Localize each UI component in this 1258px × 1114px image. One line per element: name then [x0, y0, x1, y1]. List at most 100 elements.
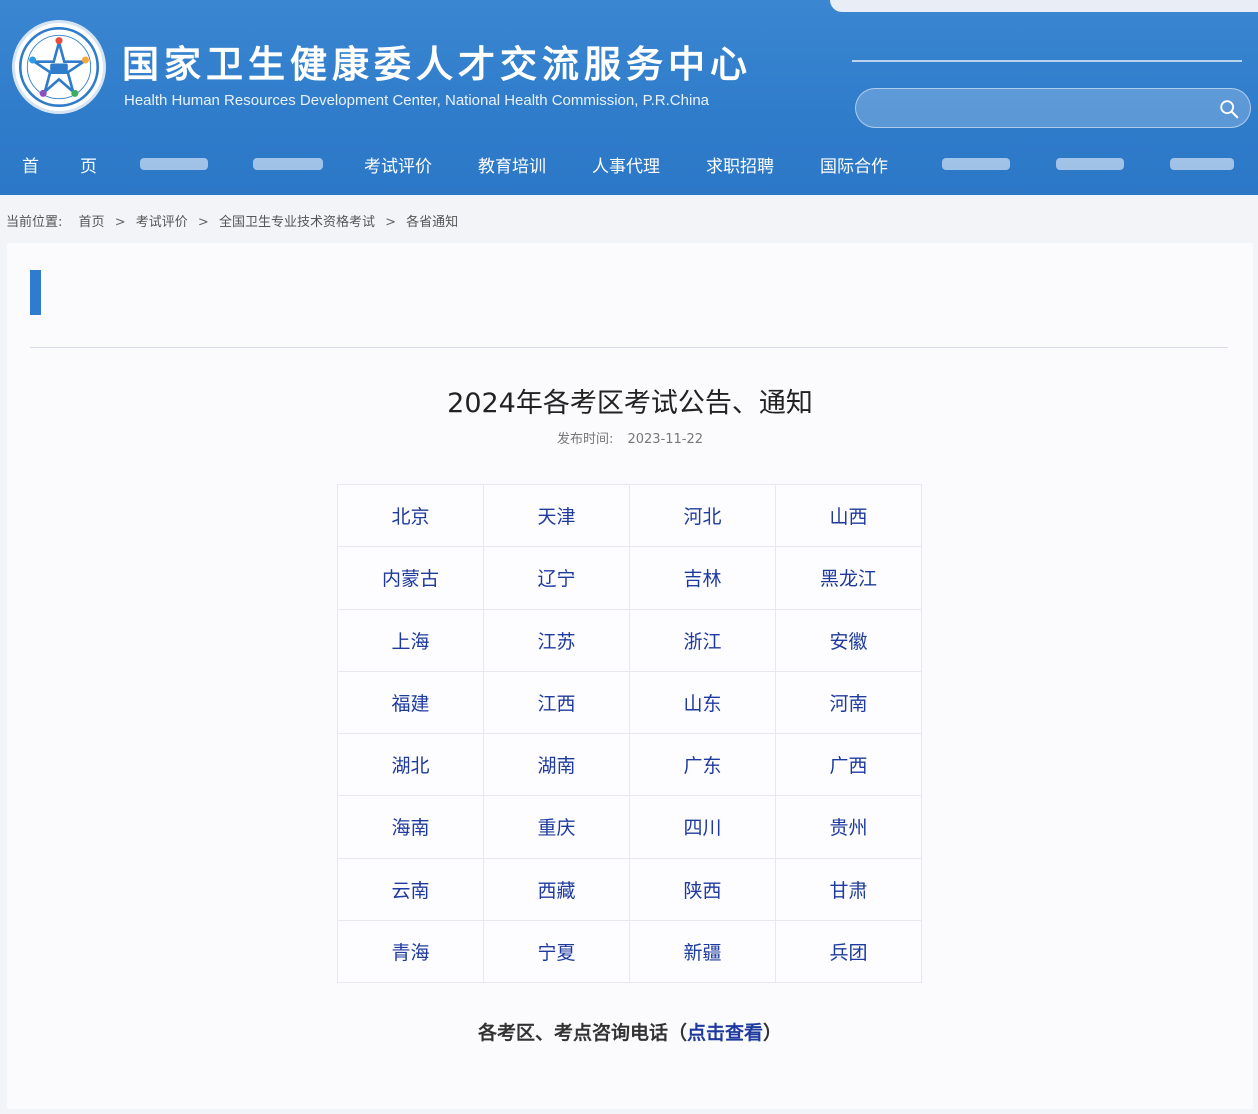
contact-info: 各考区、考点咨询电话（点击查看）	[7, 1018, 1253, 1045]
table-cell: 广西	[775, 732, 922, 797]
table-cell: 西藏	[483, 857, 630, 921]
region-link[interactable]: 重庆	[537, 817, 575, 839]
breadcrumb-separator: >	[197, 215, 209, 230]
nav-item-home-1[interactable]: 首	[22, 152, 39, 177]
region-link[interactable]: 湖南	[537, 755, 575, 777]
breadcrumb: 当前位置: 首页 > 考试评价 > 全国卫生专业技术资格考试 > 各省通知	[6, 211, 458, 231]
region-link[interactable]: 新疆	[683, 942, 721, 964]
nav-item-international[interactable]: 国际合作	[820, 152, 888, 177]
table-cell: 海南	[337, 795, 484, 859]
table-cell: 河南	[775, 670, 922, 735]
region-link[interactable]: 北京	[391, 506, 429, 528]
region-link[interactable]: 云南	[391, 880, 429, 902]
breadcrumb-item-qualification[interactable]: 全国卫生专业技术资格考试	[219, 215, 375, 230]
table-row: 海南 重庆 四川 贵州	[337, 795, 922, 859]
section-divider	[30, 347, 1228, 348]
table-cell: 青海	[337, 919, 484, 984]
nav-item-blurred[interactable]	[253, 158, 323, 170]
breadcrumb-item-home[interactable]: 首页	[79, 215, 105, 230]
region-link[interactable]: 天津	[537, 506, 575, 528]
search-input[interactable]	[870, 97, 1200, 121]
nav-item-blurred[interactable]	[1056, 158, 1124, 170]
main-nav: 首 页 考试评价 教育培训 人事代理 求职招聘 国际合作	[0, 140, 1258, 188]
region-link[interactable]: 山东	[683, 693, 721, 715]
region-link[interactable]: 青海	[391, 942, 429, 964]
table-cell: 福建	[337, 670, 484, 735]
region-link[interactable]: 福建	[391, 693, 429, 715]
region-link[interactable]: 兵团	[829, 942, 867, 964]
publish-info: 发布时间: 2023-11-22	[7, 428, 1253, 447]
nav-item-personnel[interactable]: 人事代理	[592, 152, 660, 177]
table-cell: 山东	[629, 670, 776, 735]
breadcrumb-prefix: 当前位置:	[6, 215, 63, 230]
region-link[interactable]: 辽宁	[537, 568, 575, 590]
region-link[interactable]: 甘肃	[829, 880, 867, 902]
table-row: 上海 江苏 浙江 安徽	[337, 608, 922, 672]
table-row: 北京 天津 河北 山西	[337, 483, 922, 548]
region-link[interactable]: 河北	[683, 506, 721, 528]
region-link[interactable]: 广东	[683, 755, 721, 777]
nav-item-blurred[interactable]	[942, 158, 1010, 170]
nav-item-home-2[interactable]: 页	[80, 152, 97, 177]
region-link[interactable]: 安徽	[829, 631, 867, 653]
article-title: 2024年各考区考试公告、通知	[447, 388, 813, 419]
region-link[interactable]: 河南	[829, 693, 867, 715]
nav-item-blurred[interactable]	[1170, 158, 1234, 170]
site-title: 国家卫生健康委人才交流服务中心	[122, 43, 752, 86]
table-cell: 陕西	[629, 857, 776, 921]
region-table: 北京 天津 河北 山西 内蒙古 辽宁 吉林 黑龙江 上海 江苏 浙江 安徽 福建…	[337, 483, 922, 984]
region-link[interactable]: 山西	[829, 506, 867, 528]
table-row: 青海 宁夏 新疆 兵团	[337, 919, 922, 984]
table-cell: 甘肃	[775, 857, 922, 921]
table-cell: 湖南	[483, 732, 630, 797]
region-link[interactable]: 黑龙江	[820, 568, 877, 590]
region-link[interactable]: 江苏	[537, 631, 575, 653]
region-link[interactable]: 海南	[391, 817, 429, 839]
table-cell: 内蒙古	[337, 546, 484, 610]
breadcrumb-item-exam[interactable]: 考试评价	[136, 215, 188, 230]
search-icon[interactable]	[1218, 98, 1240, 120]
table-cell: 浙江	[629, 608, 776, 672]
nav-item-exam-evaluation[interactable]: 考试评价	[364, 152, 432, 177]
table-cell: 辽宁	[483, 546, 630, 610]
nav-item-education[interactable]: 教育培训	[478, 152, 546, 177]
table-cell: 江西	[483, 670, 630, 735]
table-cell: 云南	[337, 857, 484, 921]
site-logo[interactable]	[12, 20, 106, 114]
site-header: 国家卫生健康委人才交流服务中心 Health Human Resources D…	[0, 0, 1258, 195]
table-cell: 河北	[629, 483, 776, 548]
region-link[interactable]: 浙江	[683, 631, 721, 653]
nav-item-recruitment[interactable]: 求职招聘	[706, 152, 774, 177]
article-card: 2024年各考区考试公告、通知 发布时间: 2023-11-22 北京 天津 河…	[7, 243, 1253, 1109]
region-link[interactable]: 西藏	[537, 880, 575, 902]
region-link[interactable]: 湖北	[391, 755, 429, 777]
publish-date: 2023-11-22	[627, 432, 704, 447]
publish-label: 发布时间:	[556, 432, 614, 447]
region-link[interactable]: 宁夏	[537, 942, 575, 964]
region-link[interactable]: 吉林	[683, 568, 721, 590]
breadcrumb-separator: >	[385, 215, 396, 230]
table-cell: 吉林	[629, 546, 776, 610]
nav-item-blurred[interactable]	[140, 158, 208, 170]
table-cell: 广东	[629, 732, 776, 797]
section-accent-bar	[30, 270, 41, 315]
table-row: 湖北 湖南 广东 广西	[337, 732, 922, 797]
table-row: 福建 江西 山东 河南	[337, 670, 922, 735]
region-link[interactable]: 江西	[537, 693, 575, 715]
region-link[interactable]: 广西	[829, 755, 867, 777]
table-cell: 重庆	[483, 795, 630, 859]
region-link[interactable]: 陕西	[683, 880, 721, 902]
region-link[interactable]: 四川	[683, 817, 721, 839]
breadcrumb-separator: >	[114, 215, 126, 230]
region-link[interactable]: 上海	[391, 631, 429, 653]
table-cell: 湖北	[337, 732, 484, 797]
region-link[interactable]: 内蒙古	[382, 568, 439, 590]
contact-prefix: 各考区、考点咨询电话（	[477, 1022, 687, 1044]
contact-suffix: ）	[763, 1022, 783, 1044]
contact-view-link[interactable]: 点击查看	[687, 1018, 763, 1045]
emblem-icon	[18, 26, 100, 108]
breadcrumb-item-current: 各省通知	[406, 215, 459, 230]
table-cell: 四川	[629, 795, 776, 859]
table-cell: 贵州	[775, 795, 922, 859]
region-link[interactable]: 贵州	[829, 817, 867, 839]
